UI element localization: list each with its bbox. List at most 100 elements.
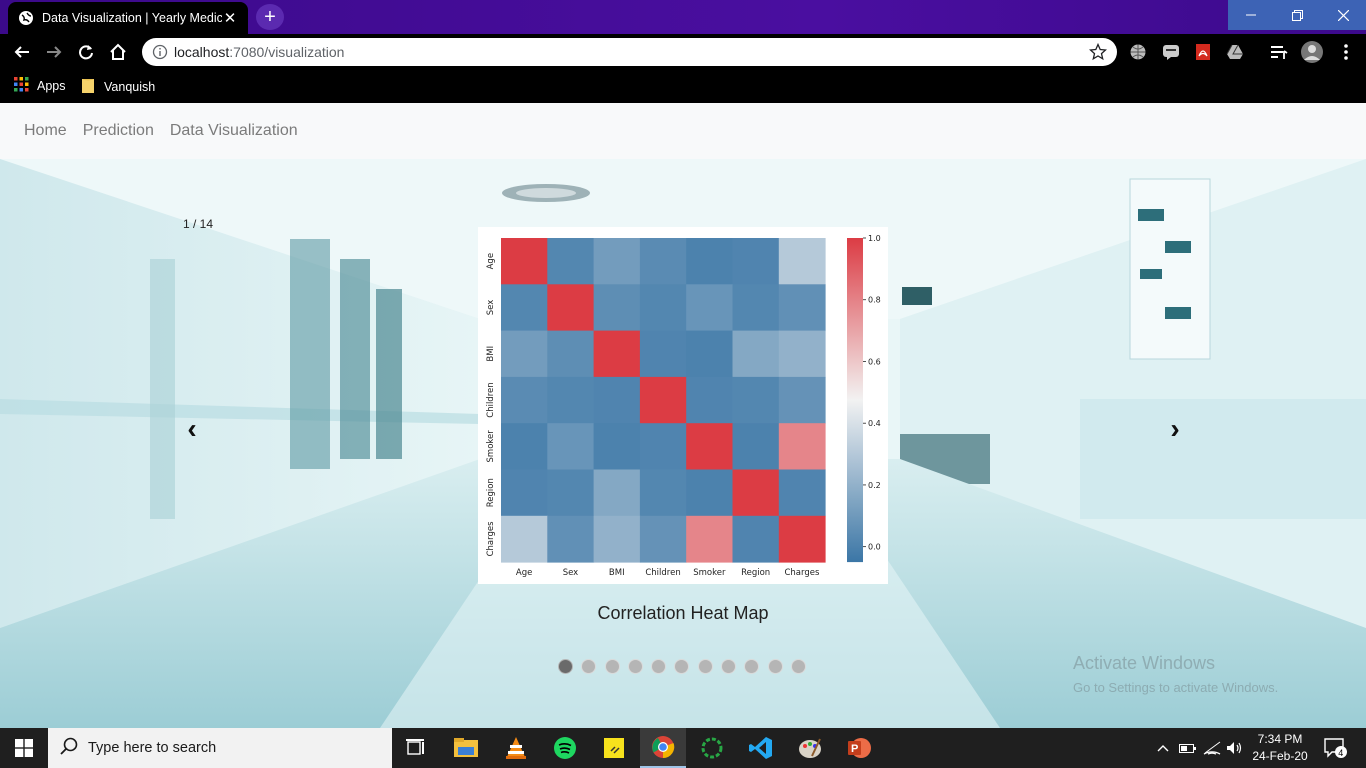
- loading-spinner-app-icon[interactable]: [689, 728, 735, 768]
- carousel-indicator-dot[interactable]: [604, 659, 620, 674]
- carousel-indicator-dot[interactable]: [674, 659, 690, 674]
- y-tick-label: Smoker: [486, 430, 496, 463]
- nav-link-data-visualization[interactable]: Data Visualization: [170, 122, 298, 140]
- pdf-extension-icon[interactable]: [1193, 42, 1213, 62]
- info-icon[interactable]: [152, 44, 168, 60]
- browser-tab[interactable]: Data Visualization | Yearly Medica ✕: [8, 2, 248, 34]
- heatmap-cell: [639, 238, 687, 285]
- new-tab-button[interactable]: +: [256, 4, 284, 30]
- bookmark-apps[interactable]: Apps: [14, 77, 66, 95]
- heatmap-cell: [778, 515, 826, 563]
- task-view-icon[interactable]: [393, 728, 439, 768]
- y-tick-label: Sex: [486, 300, 496, 316]
- translate-globe-icon[interactable]: [1128, 42, 1148, 62]
- restore-icon[interactable]: [1274, 0, 1320, 30]
- show-hidden-icons-chevron-icon[interactable]: [1154, 728, 1172, 768]
- heatmap-cell: [686, 284, 733, 332]
- paint-palette-icon[interactable]: [787, 728, 833, 768]
- heatmap-cell: [501, 515, 548, 563]
- home-icon[interactable]: [106, 40, 130, 64]
- back-arrow-icon[interactable]: [10, 40, 34, 64]
- taskbar-search-box[interactable]: Type here to search: [48, 728, 392, 768]
- y-tick-label: BMI: [486, 346, 496, 362]
- heatmap-cell: [686, 469, 733, 517]
- reload-icon[interactable]: [74, 40, 98, 64]
- carousel-indicator-dot[interactable]: [697, 659, 713, 674]
- heatmap-cell: [501, 423, 548, 470]
- heatmap-cell: [732, 330, 780, 378]
- minimize-icon[interactable]: [1228, 0, 1274, 30]
- sticky-notes-icon[interactable]: [591, 728, 637, 768]
- taskbar-clock[interactable]: 7:34 PM 24-Feb-20: [1250, 731, 1310, 765]
- nav-link-prediction[interactable]: Prediction: [83, 122, 154, 140]
- heatmap-cell: [593, 284, 641, 332]
- globe-icon: [18, 10, 34, 26]
- url-path: :7080/visualization: [229, 44, 345, 60]
- heatmap-cell: [778, 376, 826, 424]
- carousel-indicators: [558, 659, 814, 674]
- watermark-title: Activate Windows: [1073, 653, 1216, 673]
- bookmark-label: Apps: [37, 79, 66, 93]
- profile-avatar[interactable]: [1300, 40, 1324, 64]
- correlation-heatmap: Age Sex BMI Children Smoker Region Charges Age S…: [486, 234, 881, 578]
- file-explorer-icon[interactable]: [443, 728, 489, 768]
- heatmap-cell: [501, 238, 548, 285]
- carousel-indicator-dot[interactable]: [558, 659, 573, 674]
- slide-counter: 1 / 14: [183, 217, 214, 231]
- vlc-icon[interactable]: [493, 728, 539, 768]
- address-bar[interactable]: localhost:7080/visualization: [142, 38, 1117, 66]
- site-navbar: Home Prediction Data Visualization: [0, 103, 1366, 159]
- windows-taskbar: Type here to search P 7:34 PM 24-Feb-20 …: [0, 728, 1366, 768]
- activate-windows-watermark: Activate Windows Go to Settings to activ…: [1073, 653, 1278, 695]
- menu-kebab-icon[interactable]: [1336, 42, 1356, 62]
- carousel-indicator-dot[interactable]: [790, 659, 806, 674]
- battery-icon[interactable]: [1178, 728, 1198, 768]
- carousel-indicator-dot[interactable]: [744, 659, 760, 674]
- close-tab-icon[interactable]: ✕: [222, 9, 238, 27]
- bookmark-star-icon[interactable]: [1088, 42, 1108, 64]
- web-page: Home Prediction Data Visualization 1 / 1…: [0, 103, 1366, 728]
- bookmark-vanquish[interactable]: Vanquish: [82, 77, 155, 96]
- carousel-indicator-dot[interactable]: [721, 659, 737, 674]
- heatmap-cell: [593, 376, 641, 424]
- clock-time: 7:34 PM: [1257, 732, 1303, 746]
- slide-caption: Correlation Heat Map: [597, 603, 769, 623]
- folder-icon: [82, 77, 96, 96]
- forward-arrow-icon[interactable]: [42, 40, 66, 64]
- browser-toolbar: localhost:7080/visualization: [0, 34, 1366, 70]
- chat-extension-icon[interactable]: [1161, 42, 1181, 62]
- x-tick-label: Region: [741, 568, 770, 578]
- colorbar-tick-label: 0.8: [868, 296, 881, 305]
- heatmap-cell: [686, 376, 733, 424]
- close-window-icon[interactable]: [1320, 0, 1366, 30]
- heatmap-cell: [547, 284, 595, 332]
- apps-grid-icon: [14, 77, 29, 95]
- powerpoint-icon[interactable]: P: [836, 728, 882, 768]
- heatmap-cell: [732, 515, 780, 563]
- url-host: localhost: [174, 44, 230, 60]
- carousel-indicator-dot[interactable]: [651, 659, 667, 674]
- carousel-indicator-dot[interactable]: [767, 659, 783, 674]
- wifi-icon[interactable]: [1202, 728, 1222, 768]
- heatmap-cell: [732, 376, 780, 424]
- vscode-icon[interactable]: [738, 728, 784, 768]
- spotify-icon[interactable]: [542, 728, 588, 768]
- heatmap-cell: [639, 330, 687, 378]
- heatmap-cell: [732, 423, 780, 470]
- carousel-prev-button[interactable]: ‹: [180, 413, 204, 445]
- volume-icon[interactable]: [1225, 728, 1245, 768]
- heatmap-cell: [778, 284, 826, 332]
- heatmap-cell: [732, 284, 780, 332]
- media-queue-icon[interactable]: [1269, 42, 1289, 62]
- heatmap-cell: [501, 469, 548, 517]
- heatmap-cell: [593, 423, 641, 470]
- carousel-indicator-dot[interactable]: [581, 659, 597, 674]
- start-button[interactable]: [0, 728, 48, 768]
- chrome-icon[interactable]: [640, 728, 686, 768]
- carousel-next-button[interactable]: ›: [1163, 413, 1187, 445]
- heatmap-cell: [593, 330, 641, 378]
- drive-extension-icon[interactable]: [1225, 42, 1245, 62]
- carousel-indicator-dot[interactable]: [627, 659, 643, 674]
- nav-link-home[interactable]: Home: [24, 122, 67, 140]
- notification-center-icon[interactable]: 4: [1322, 728, 1350, 768]
